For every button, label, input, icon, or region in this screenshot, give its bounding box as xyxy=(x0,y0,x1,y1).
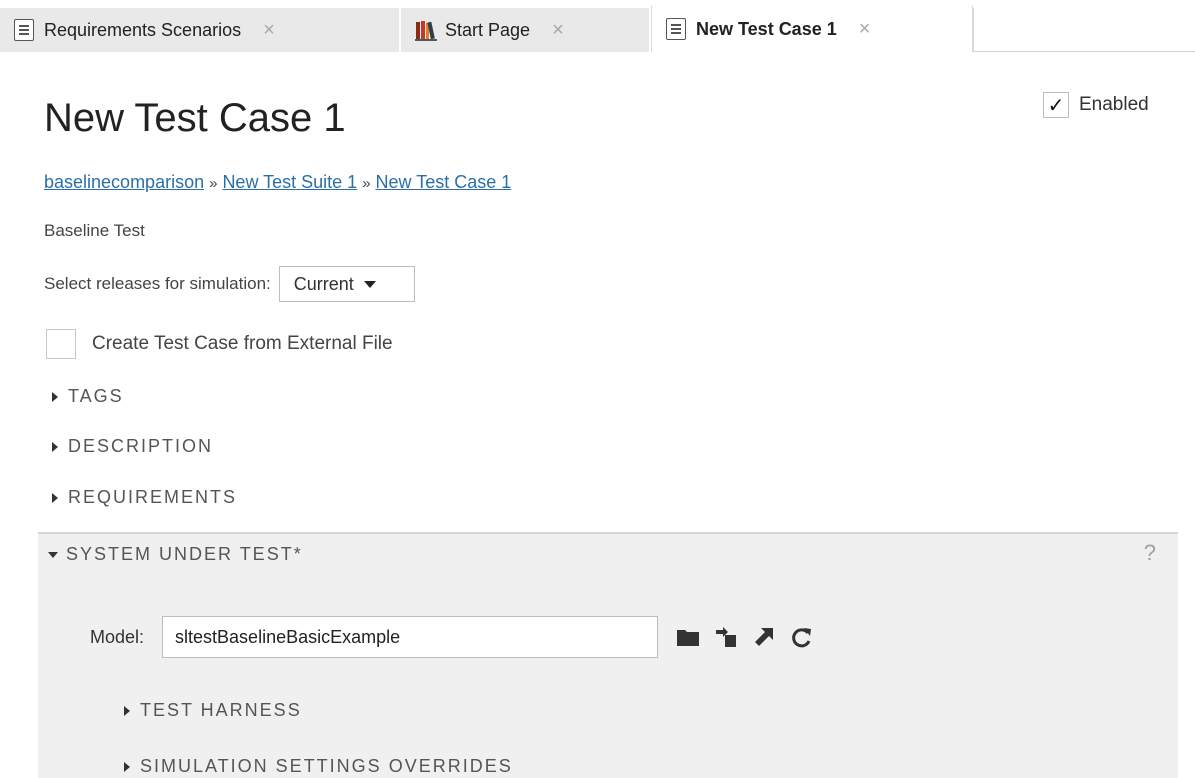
section-title: SIMULATION SETTINGS OVERRIDES xyxy=(140,756,513,776)
library-books-icon xyxy=(415,19,437,41)
chevron-down-icon xyxy=(363,280,376,288)
section-tags[interactable]: TAGS xyxy=(52,386,124,407)
close-icon[interactable]: × xyxy=(552,19,564,42)
breadcrumb-link-test-file[interactable]: baselinecomparison xyxy=(44,172,204,192)
enabled-label: Enabled xyxy=(1079,94,1149,115)
collapse-arrow-icon xyxy=(48,551,58,558)
model-input[interactable] xyxy=(162,616,659,658)
tab-start-page[interactable]: Start Page × xyxy=(401,8,650,52)
section-system-under-test[interactable]: SYSTEM UNDER TEST* xyxy=(48,544,303,565)
section-description[interactable]: DESCRIPTION xyxy=(52,436,213,457)
section-title: SYSTEM UNDER TEST* xyxy=(66,544,303,564)
section-title: REQUIREMENTS xyxy=(68,487,238,507)
releases-selected-value: Current xyxy=(293,273,354,294)
model-toolbar xyxy=(676,626,828,648)
releases-row: Select releases for simulation: Current xyxy=(44,266,415,302)
refresh-icon[interactable] xyxy=(790,626,814,648)
folder-icon[interactable] xyxy=(676,626,700,648)
tab-label: New Test Case 1 xyxy=(696,18,837,39)
tab-new-test-case-1[interactable]: New Test Case 1 × xyxy=(651,6,973,52)
page-title: New Test Case 1 xyxy=(44,96,346,140)
expand-arrow-icon xyxy=(124,705,130,716)
enabled-checkbox[interactable]: ✓ xyxy=(1043,92,1069,118)
section-title: DESCRIPTION xyxy=(68,436,214,456)
section-title: TAGS xyxy=(68,386,124,406)
model-row: Model: xyxy=(90,616,828,658)
external-file-checkbox[interactable] xyxy=(46,329,76,359)
expand-arrow-icon xyxy=(52,492,58,503)
releases-dropdown[interactable]: Current xyxy=(278,266,415,302)
system-under-test-panel: SYSTEM UNDER TEST* ? Model: sltestBaseli… xyxy=(38,532,1178,778)
expand-arrow-icon xyxy=(52,391,58,402)
close-icon[interactable]: × xyxy=(263,19,275,42)
expand-arrow-icon xyxy=(124,761,130,772)
breadcrumb-separator: » xyxy=(209,175,218,192)
document-icon xyxy=(14,19,34,41)
breadcrumb: baselinecomparison» New Test Suite 1» New … xyxy=(44,172,511,193)
tab-requirements-scenarios[interactable]: Requirements Scenarios × xyxy=(0,8,400,52)
use-current-model-icon[interactable] xyxy=(752,626,776,648)
enabled-toggle[interactable]: ✓ Enabled xyxy=(1043,92,1149,118)
tab-bar: Requirements Scenarios × Start Page × Ne… xyxy=(0,0,1195,52)
section-requirements[interactable]: REQUIREMENTS xyxy=(52,487,237,508)
test-type-label: Baseline Test xyxy=(44,221,145,240)
tab-bar-filler xyxy=(973,8,1195,52)
external-file-option[interactable]: Create Test Case from External File xyxy=(46,329,393,359)
close-icon[interactable]: × xyxy=(859,18,871,41)
open-model-icon[interactable] xyxy=(714,626,738,648)
help-icon[interactable]: ? xyxy=(1144,540,1156,566)
expand-arrow-icon xyxy=(52,441,58,452)
section-title: TEST HARNESS xyxy=(140,700,302,720)
breadcrumb-link-test-suite[interactable]: New Test Suite 1 xyxy=(222,172,357,192)
tab-label: Start Page xyxy=(445,19,531,40)
releases-label: Select releases for simulation: xyxy=(44,274,271,293)
model-label: Model: xyxy=(90,626,145,647)
breadcrumb-link-test-case[interactable]: New Test Case 1 xyxy=(376,172,512,192)
tab-label: Requirements Scenarios xyxy=(44,19,242,40)
document-icon xyxy=(666,18,686,40)
section-test-harness[interactable]: TEST HARNESS xyxy=(124,700,302,721)
section-simulation-settings-overrides[interactable]: SIMULATION SETTINGS OVERRIDES xyxy=(124,756,513,777)
breadcrumb-separator: » xyxy=(362,175,371,192)
external-file-label: Create Test Case from External File xyxy=(92,333,393,354)
